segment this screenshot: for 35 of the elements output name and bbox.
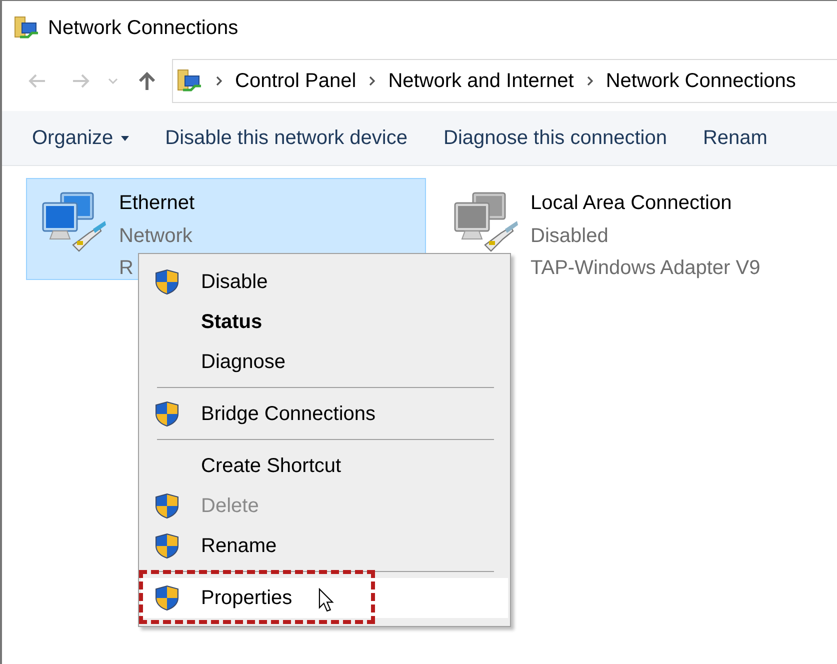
toolbar-button[interactable]: Disable this network device xyxy=(151,120,422,156)
menu-item[interactable]: Bridge Connections xyxy=(141,394,508,434)
network-folder-icon xyxy=(177,68,203,94)
window-title: Network Connections xyxy=(48,16,238,40)
up-arrow-icon xyxy=(137,71,157,91)
network-folder-icon xyxy=(14,15,40,41)
connection-name: Local Area Connection xyxy=(530,191,732,216)
chevron-down-icon xyxy=(108,78,118,84)
menu-item[interactable]: Rename xyxy=(141,526,508,566)
shield-icon xyxy=(155,533,179,559)
breadcrumb-link[interactable]: Network Connections xyxy=(606,70,796,92)
shield-icon xyxy=(155,401,179,427)
menu-item[interactable]: Status xyxy=(141,302,508,342)
connection-status: Disabled xyxy=(530,224,608,249)
menu-item[interactable]: Create Shortcut xyxy=(141,446,508,486)
adapter-name: R xyxy=(119,256,134,281)
menu-item[interactable]: Properties xyxy=(141,578,508,618)
shield-icon xyxy=(155,493,179,519)
toolbar-button[interactable]: Renam xyxy=(688,120,782,156)
chevron-right-icon xyxy=(368,75,376,87)
adapter-name: TAP-Windows Adapter V9 xyxy=(530,256,760,281)
caret-icon xyxy=(121,136,130,140)
breadcrumb-link[interactable]: Control Panel xyxy=(235,70,356,92)
chevron-right-icon xyxy=(586,75,594,87)
shield-icon xyxy=(155,585,179,611)
menu-item[interactable]: Diagnose xyxy=(141,342,508,382)
toolbar-button[interactable]: Organize xyxy=(18,120,144,156)
connection-status: Network xyxy=(119,224,192,249)
address-bar[interactable]: Control Panel Network and Internet Network Connections xyxy=(172,59,837,103)
breadcrumb-link[interactable]: Network and Internet xyxy=(388,70,574,92)
chevron-right-icon xyxy=(215,75,223,87)
mouse-pointer-icon xyxy=(318,588,334,612)
connection-name: Ethernet xyxy=(119,191,195,216)
shield-icon xyxy=(155,269,179,295)
toolbar-button[interactable]: Diagnose this connection xyxy=(430,120,681,156)
